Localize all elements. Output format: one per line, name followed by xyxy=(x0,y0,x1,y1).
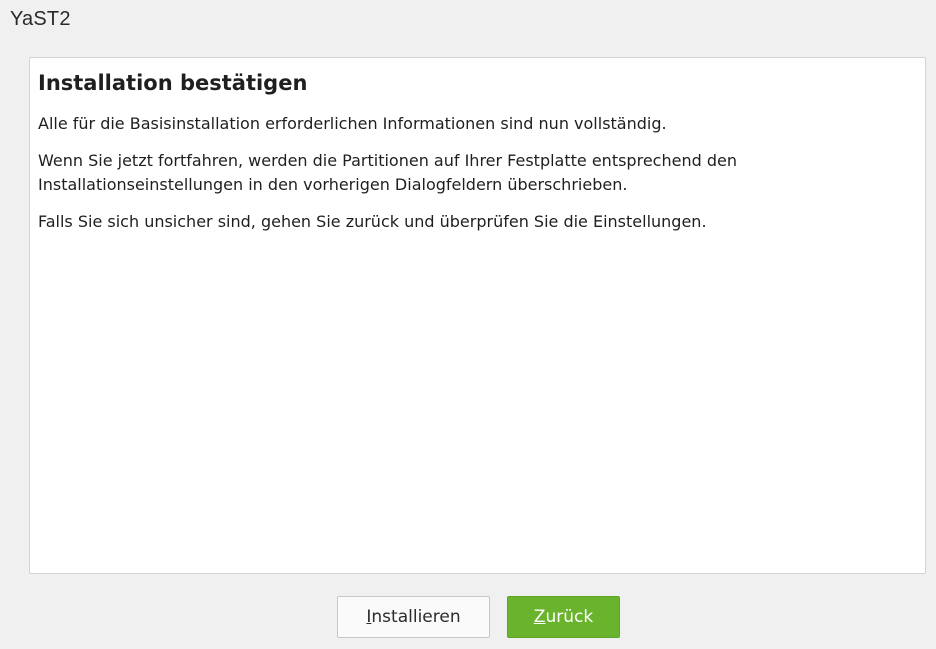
dialog-heading: Installation bestätigen xyxy=(38,71,308,95)
dialog-paragraph-warning: Wenn Sie jetzt fortfahren, werden die Pa… xyxy=(38,151,737,194)
window-title: YaST2 xyxy=(10,8,71,30)
install-button-label: nstallieren xyxy=(371,607,461,627)
back-button-mnemonic: Z xyxy=(533,607,546,627)
back-button-label: urück xyxy=(545,607,594,627)
dialog-paragraph-hint: Falls Sie sich unsicher sind, gehen Sie … xyxy=(38,212,707,231)
yast-window: YaST2 Installation bestätigen Alle für d… xyxy=(0,0,936,649)
dialog-paragraph-info: Alle für die Basisinstallation erforderl… xyxy=(38,114,667,133)
install-button[interactable]: Installieren xyxy=(337,596,490,638)
back-button[interactable]: Zurück xyxy=(507,596,620,638)
confirm-installation-dialog: Installation bestätigen Alle für die Bas… xyxy=(29,57,926,574)
dialog-button-row: Installieren Zurück xyxy=(0,596,936,640)
